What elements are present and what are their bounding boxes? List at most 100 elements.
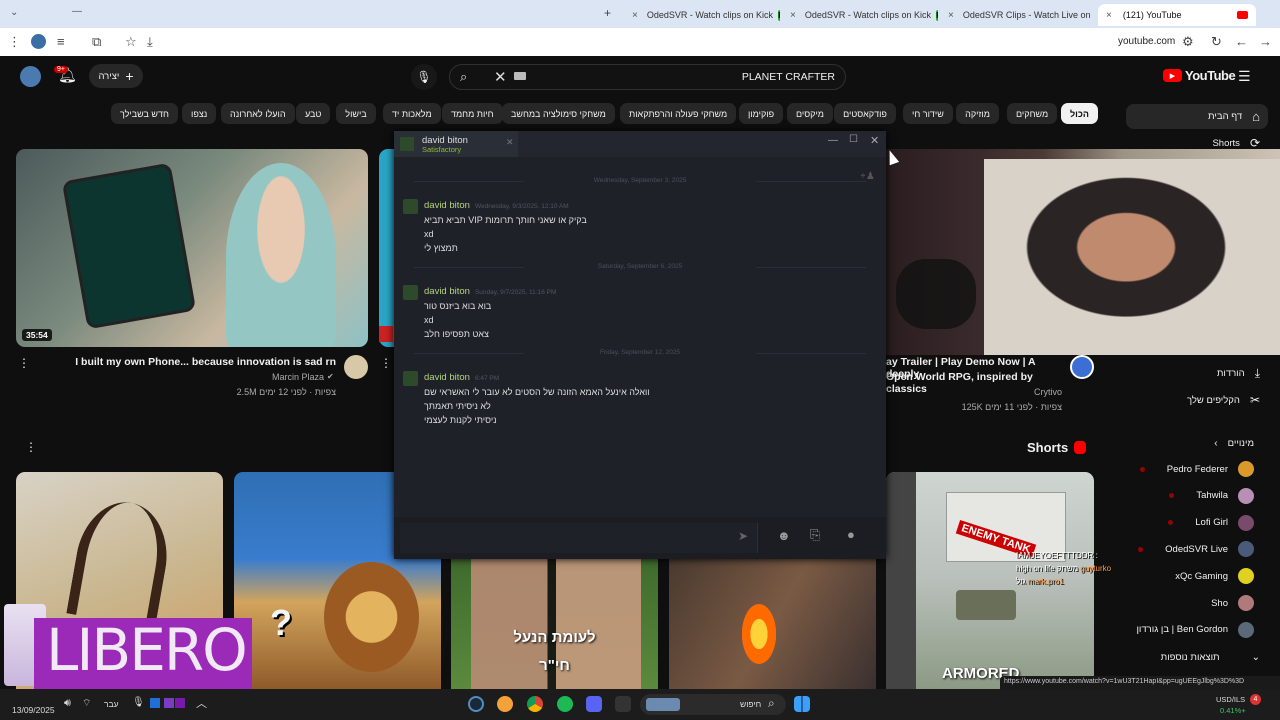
chip-4[interactable]: פודקאסטים xyxy=(834,103,896,124)
video-thumbnail[interactable]: 35:54 xyxy=(16,149,368,347)
chip-0[interactable]: הכול xyxy=(1061,103,1098,124)
extensions-icon[interactable]: ⧉ xyxy=(92,34,101,50)
more-options-icon[interactable]: ⋮ xyxy=(25,440,37,454)
tab-youtube[interactable]: × (121) YouTube xyxy=(1098,4,1256,26)
window-minimize-icon[interactable]: — xyxy=(72,6,82,17)
message-author[interactable]: david biton Wednesday, 9/3/2025, 12:10 AM xyxy=(424,200,569,211)
video-title[interactable]: I built my own Phone... because innovati… xyxy=(60,356,336,368)
channel-avatar[interactable] xyxy=(1070,355,1094,379)
tray-icon[interactable] xyxy=(164,698,174,708)
taskbar-search[interactable]: חיפוש ⌕ xyxy=(640,694,786,715)
message-avatar[interactable] xyxy=(403,285,418,300)
chip-10[interactable]: מלאכות יד xyxy=(383,103,441,124)
voice-chat-icon[interactable]: ● xyxy=(847,527,855,542)
app-icon[interactable] xyxy=(497,696,513,712)
subscription-item[interactable]: Lofi Girl xyxy=(1168,512,1254,534)
site-settings-icon[interactable]: ⚙ xyxy=(1182,34,1194,50)
back-icon[interactable]: → xyxy=(1259,34,1272,49)
sidebar-item-home-row[interactable]: דף הבית ⌂ xyxy=(1208,105,1260,127)
channel-avatar[interactable] xyxy=(344,355,368,379)
close-icon[interactable]: × xyxy=(948,10,954,21)
chip-5[interactable]: מיקסים xyxy=(787,103,833,124)
attachment-icon[interactable]: ⎘ xyxy=(810,527,820,543)
show-hidden-icons-icon[interactable]: ︿ xyxy=(196,695,207,711)
video-thumbnail[interactable] xyxy=(886,149,1280,355)
subscription-item[interactable]: xQc Gaming xyxy=(1175,565,1254,587)
tab-search-icon[interactable]: ⌄ xyxy=(10,7,18,18)
tab-kick-3[interactable]: × OdedSVR Clips - Watch Live on K xyxy=(940,4,1096,26)
chip-3[interactable]: שידור חי xyxy=(903,103,953,124)
message-author[interactable]: david biton 6:47 PM xyxy=(424,372,499,383)
chip-11[interactable]: בישול xyxy=(336,103,376,124)
chrome-icon[interactable] xyxy=(527,696,543,712)
more-options-icon[interactable]: ⋮ xyxy=(18,356,30,370)
minimize-icon[interactable]: — xyxy=(828,135,838,146)
subscription-item[interactable]: OdedSVR Live xyxy=(1138,538,1254,560)
chip-9[interactable]: חיות מחמד xyxy=(442,103,503,124)
voice-search-button[interactable]: 🎙︎ xyxy=(411,64,437,90)
guide-menu-icon[interactable]: ☰ xyxy=(1238,68,1251,85)
url-text[interactable]: youtube.com xyxy=(1118,36,1175,47)
subscriptions-header[interactable]: ‹ מינויים xyxy=(1214,432,1254,454)
video-channel[interactable]: Marcin Plaza xyxy=(200,372,324,382)
tray-icon[interactable] xyxy=(150,698,160,708)
tab-kick-1[interactable]: × OdedSVR - Watch clips on Kick K xyxy=(624,4,780,26)
short-thumbnail[interactable] xyxy=(669,559,876,689)
steam-chat-window[interactable]: david biton Satisfactory ✕ — ☐ ✕ +♟ Wedn… xyxy=(394,131,886,559)
spotify-icon[interactable] xyxy=(557,696,573,712)
menu-dots-icon[interactable]: ⋮ xyxy=(8,34,21,50)
start-button-icon[interactable] xyxy=(794,696,810,712)
volume-icon[interactable]: 🔊︎ xyxy=(64,697,71,710)
forward-icon[interactable]: ← xyxy=(1235,34,1248,49)
create-button[interactable]: יצירה + xyxy=(89,64,143,88)
close-icon[interactable]: × xyxy=(790,10,796,21)
subscription-item[interactable]: Pedro Federer xyxy=(1139,458,1254,480)
search-input[interactable]: PLANET CRAFTER xyxy=(742,71,835,83)
network-icon[interactable]: ⌔ xyxy=(82,697,91,710)
mic-icon[interactable]: 🎙︎ xyxy=(132,697,145,708)
new-tab-button[interactable]: + xyxy=(604,6,611,20)
more-options-icon[interactable]: ⋮ xyxy=(380,356,392,370)
chip-1[interactable]: משחקים xyxy=(1007,103,1058,124)
emoji-icon[interactable]: ☻ xyxy=(777,528,791,543)
close-icon[interactable]: ✕ xyxy=(870,134,879,147)
file-explorer-icon[interactable] xyxy=(615,696,631,712)
close-icon[interactable]: × xyxy=(1106,10,1112,21)
chip-6[interactable]: פוקימון xyxy=(739,103,784,124)
clear-search-icon[interactable]: ✕ xyxy=(494,68,507,86)
keyboard-icon[interactable] xyxy=(514,72,526,80)
subscription-item[interactable]: Sho xyxy=(1211,592,1254,614)
close-icon[interactable]: × xyxy=(632,10,638,21)
video-channel[interactable]: Crytivo xyxy=(990,387,1062,397)
short-thumbnail[interactable]: לעומת הנעל חי"ר xyxy=(451,559,658,689)
avatar[interactable] xyxy=(20,66,41,87)
search-box[interactable]: ⌕ ✕ PLANET CRAFTER xyxy=(449,64,846,90)
currency-label[interactable]: USD/ILS xyxy=(1216,695,1245,704)
reload-icon[interactable]: ↻ xyxy=(1211,34,1222,50)
bookmark-star-icon[interactable]: ☆ xyxy=(125,34,137,50)
subscription-item[interactable]: בן גורדון | Ben Gordon xyxy=(1136,619,1254,641)
chip-15[interactable]: חדש בשבילך xyxy=(111,103,178,124)
youtube-logo[interactable]: ▶ YouTube xyxy=(1163,68,1236,83)
sidebar-item-downloads[interactable]: הורדות ⤓ xyxy=(1217,362,1260,384)
install-icon[interactable]: ⤓ xyxy=(147,34,153,50)
show-more-button[interactable]: תוצאות נוספות ⌄ xyxy=(1161,646,1260,668)
message-avatar[interactable] xyxy=(403,371,418,386)
maximize-icon[interactable]: ☐ xyxy=(849,134,858,145)
chip-2[interactable]: מוזיקה xyxy=(956,103,999,124)
chip-8[interactable]: משחקי סימולציה במחשב xyxy=(502,103,615,124)
chat-title-bar[interactable]: david biton Satisfactory ✕ — ☐ ✕ xyxy=(394,131,886,157)
tab-kick-2[interactable]: × OdedSVR - Watch clips on Kick K xyxy=(782,4,938,26)
video-thumbnail-partial-2[interactable] xyxy=(379,326,393,342)
subscription-item[interactable]: Tahwila xyxy=(1169,485,1254,507)
reading-list-icon[interactable]: ≡ xyxy=(57,34,65,49)
chat-input[interactable] xyxy=(400,523,758,553)
date-text[interactable]: 13/09/2025 xyxy=(12,705,55,715)
send-icon[interactable]: ➤ xyxy=(738,529,748,543)
chip-14[interactable]: נצפו xyxy=(182,103,217,124)
chat-tab[interactable]: david biton Satisfactory ✕ xyxy=(394,131,518,157)
chip-7[interactable]: משחקי פעולה והרפתקאות xyxy=(620,103,737,124)
chip-13[interactable]: הועלו לאחרונה xyxy=(221,103,295,124)
notification-badge[interactable]: 4 xyxy=(1250,694,1261,705)
profile-icon[interactable] xyxy=(31,34,46,49)
